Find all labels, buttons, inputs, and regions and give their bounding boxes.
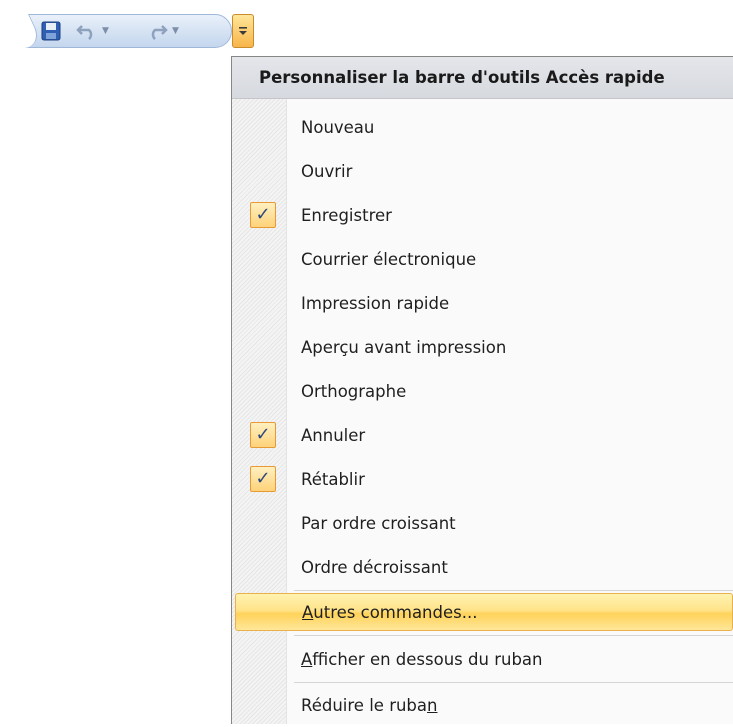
- redo-icon: [151, 25, 168, 40]
- menu-item-label: Impression rapide: [301, 293, 450, 313]
- menu-item-label: Rétablir: [301, 469, 365, 489]
- undo-button[interactable]: ▼: [76, 20, 128, 42]
- menu-item-label: Ouvrir: [301, 161, 353, 181]
- checkmark-icon: ✓: [250, 422, 276, 448]
- menu-item-apercu-avant-impression[interactable]: Aperçu avant impression: [232, 325, 733, 369]
- menu-item-courrier-electronique[interactable]: Courrier électronique: [232, 237, 733, 281]
- undo-dropdown-icon[interactable]: ▼: [102, 26, 109, 36]
- menu-item-label: Afficher en dessous du ruban: [301, 649, 543, 669]
- menu-item-label: Autres commandes...: [302, 602, 478, 622]
- menu-item-label: Par ordre croissant: [301, 513, 456, 533]
- menu-item-ordre-decroissant[interactable]: Ordre décroissant: [232, 545, 733, 589]
- checkmark-icon: ✓: [250, 466, 276, 492]
- menu-item-label: Nouveau: [301, 117, 375, 137]
- menu-item-label: Réduire le ruban: [301, 695, 438, 715]
- menu-item-label: Enregistrer: [301, 205, 392, 225]
- menu-item-label: Annuler: [301, 425, 366, 445]
- save-icon: [41, 21, 61, 41]
- menu-item-autres-commandes[interactable]: Autres commandes...: [235, 593, 733, 631]
- menu-item-ouvrir[interactable]: Ouvrir: [232, 149, 733, 193]
- menu-item-enregistrer[interactable]: ✓ Enregistrer: [232, 193, 733, 237]
- menu-item-label: Ordre décroissant: [301, 557, 448, 577]
- menu-item-retablir[interactable]: ✓ Rétablir: [232, 457, 733, 501]
- quick-access-toolbar: ▼ ▼: [0, 8, 232, 52]
- menu-item-afficher-en-dessous-du-ruban[interactable]: Afficher en dessous du ruban: [232, 637, 733, 681]
- menu-item-orthographe[interactable]: Orthographe: [232, 369, 733, 413]
- menu-item-label: Orthographe: [301, 381, 407, 401]
- menu-separator: [294, 635, 733, 636]
- redo-button[interactable]: ▼: [146, 20, 198, 42]
- menu-item-nouveau[interactable]: Nouveau: [232, 105, 733, 149]
- menu-item-label: Courrier électronique: [301, 249, 477, 269]
- menu-item-impression-rapide[interactable]: Impression rapide: [232, 281, 733, 325]
- customize-quick-access-menu: Personnaliser la barre d'outils Accès ra…: [231, 56, 733, 724]
- customize-toolbar-button[interactable]: [232, 14, 254, 48]
- menu-separator: [294, 590, 733, 591]
- menu-item-reduire-le-ruban[interactable]: Réduire le ruban: [232, 683, 733, 727]
- menu-item-label: Aperçu avant impression: [301, 337, 507, 357]
- checkmark-icon: ✓: [250, 202, 276, 228]
- save-button[interactable]: [40, 20, 66, 42]
- menu-item-par-ordre-croissant[interactable]: Par ordre croissant: [232, 501, 733, 545]
- menu-title: Personnaliser la barre d'outils Accès ra…: [232, 57, 733, 99]
- redo-dropdown-icon[interactable]: ▼: [172, 26, 179, 36]
- undo-icon: [76, 25, 93, 40]
- customize-dropdown-icon: [239, 27, 247, 35]
- menu-item-annuler[interactable]: ✓ Annuler: [232, 413, 733, 457]
